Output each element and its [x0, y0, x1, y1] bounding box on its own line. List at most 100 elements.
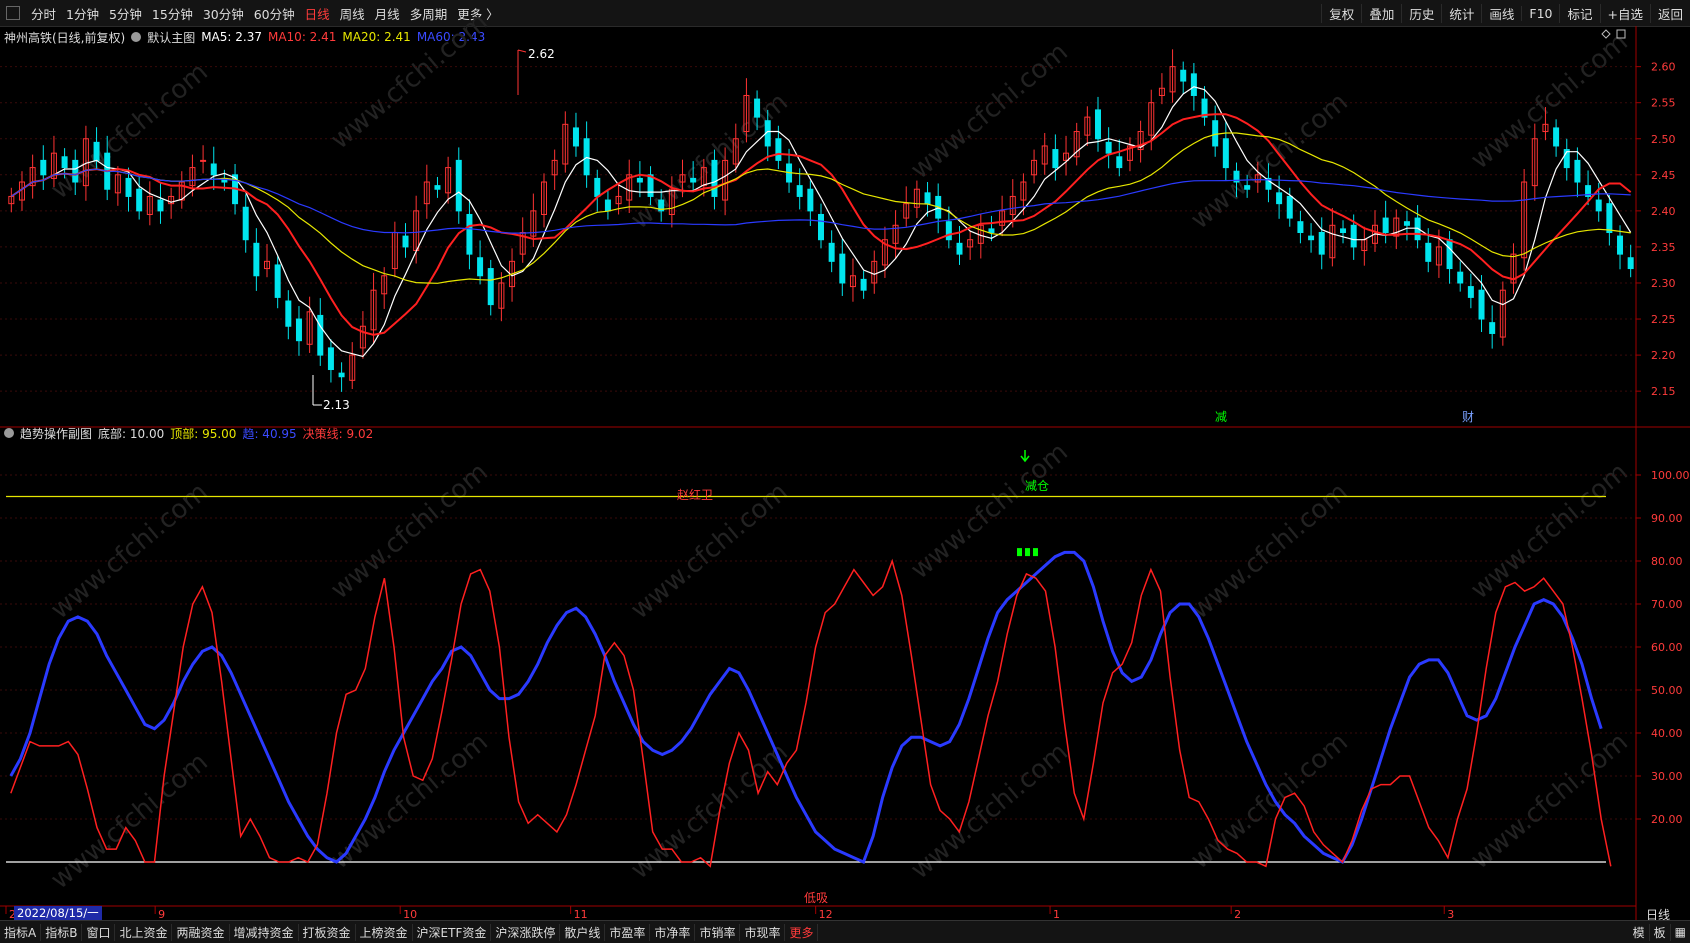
- candle-body: [295, 318, 302, 342]
- indicator-tab-1[interactable]: 指标B: [41, 923, 83, 941]
- candle-body: [945, 221, 952, 241]
- candle-body: [796, 185, 803, 197]
- watermark-text: www.cfchi.com: [1185, 727, 1354, 875]
- indicator-tab-0[interactable]: 指标A: [0, 923, 42, 941]
- candle-body: [455, 159, 462, 212]
- indicator-tab-10[interactable]: 散户线: [560, 923, 606, 941]
- price-axis: 2.60 2.55 2.50 2.45 2.40 2.35 2.30 2.25 2.20 2.15…: [5, 29, 1690, 920]
- time-tick-label: 1: [1053, 908, 1060, 920]
- watermark-text: www.cfchi.com: [1465, 27, 1634, 175]
- chart-canvas[interactable]: www.cfchi.com www.cfchi.com www.cfchi.com w…: [0, 0, 1690, 920]
- reduce-position-label: 减仓: [1025, 479, 1049, 493]
- indicator-tab-3[interactable]: 北上资金: [115, 923, 173, 941]
- candle-body: [274, 264, 281, 298]
- candle-body: [604, 199, 611, 212]
- reduce-signal-label: 减: [1215, 410, 1227, 424]
- price-tick-label: 2.15: [1651, 385, 1676, 398]
- candle-body: [466, 213, 473, 255]
- candle-body: [583, 138, 590, 176]
- candle-body: [434, 185, 441, 190]
- sub-tick-label: 40.00: [1651, 727, 1683, 740]
- time-tick-label: 12: [819, 908, 833, 920]
- indicator-tab-11[interactable]: 市盈率: [605, 923, 651, 941]
- candle-body: [1244, 185, 1251, 190]
- candle-body: [61, 156, 68, 169]
- watermark-text: www.cfchi.com: [905, 37, 1074, 185]
- time-tick-label: 9: [158, 908, 165, 920]
- candle-body: [860, 278, 867, 291]
- candle-body: [285, 300, 292, 327]
- indicator-tab-7[interactable]: 上榜资金: [356, 923, 413, 941]
- indicator-tab-8[interactable]: 沪深ETF资金: [413, 923, 492, 941]
- sub-tick-label: 60.00: [1651, 641, 1683, 654]
- layout-buttons: 模 板 ▦: [1629, 921, 1690, 943]
- candle-body: [136, 188, 143, 212]
- candle-body: [1574, 159, 1581, 183]
- watermark-text: www.cfchi.com: [45, 747, 214, 895]
- indicator-tab-15[interactable]: 更多: [785, 923, 819, 941]
- candle-body: [1425, 242, 1432, 262]
- sub-tick-label: 100.00: [1651, 469, 1690, 482]
- candle-body: [1318, 232, 1325, 255]
- layout-grid-icon[interactable]: ▦: [1671, 925, 1690, 939]
- candle-body: [487, 268, 494, 306]
- candle-body: [594, 177, 601, 197]
- candle-body: [1190, 73, 1197, 96]
- candle-body: [1617, 235, 1624, 255]
- price-tick-label: 2.50: [1651, 133, 1676, 146]
- candle-body: [1350, 224, 1357, 248]
- indicator-tab-12[interactable]: 市净率: [650, 923, 696, 941]
- candle-body: [828, 242, 835, 262]
- candle-body: [818, 213, 824, 241]
- price-tick-label: 2.20: [1651, 349, 1676, 362]
- sub-tick-label: 30.00: [1651, 770, 1683, 783]
- trend-line: [9, 550, 1603, 865]
- sub-tick-label: 90.00: [1651, 512, 1683, 525]
- candle-body: [1222, 138, 1229, 169]
- signal-bar: [1025, 548, 1030, 557]
- time-tick-label: 3: [1447, 908, 1454, 920]
- low-price-label: 2.13: [323, 398, 350, 412]
- watermark-text: www.cfchi.com: [325, 7, 494, 155]
- indicator-tab-5[interactable]: 增减持资金: [230, 923, 299, 941]
- indicator-tab-14[interactable]: 市现率: [740, 923, 786, 941]
- candle-body: [572, 127, 579, 147]
- candle-body: [1446, 239, 1453, 270]
- watermark-text: www.cfchi.com: [1465, 457, 1634, 605]
- template-button[interactable]: 模: [1629, 923, 1650, 941]
- candle-body: [1094, 109, 1101, 140]
- candle-body: [1478, 289, 1485, 320]
- high-price-label: 2.62: [528, 47, 555, 61]
- price-tick-label: 2.30: [1651, 277, 1676, 290]
- candle-body: [327, 347, 334, 371]
- indicator-tab-13[interactable]: 市销率: [695, 923, 741, 941]
- time-tick-label: 10: [403, 908, 417, 920]
- candle-body: [839, 253, 846, 284]
- price-tick-label: 2.60: [1651, 61, 1676, 74]
- candle-body: [924, 192, 931, 205]
- price-tick-label: 2.45: [1651, 169, 1676, 182]
- indicator-tab-6[interactable]: 打板资金: [299, 923, 356, 941]
- board-button[interactable]: 板: [1650, 923, 1671, 941]
- watermark-layer: www.cfchi.com www.cfchi.com www.cfchi.com w…: [45, 7, 1634, 895]
- price-tick-label: 2.55: [1651, 97, 1676, 110]
- candle-body: [477, 257, 484, 277]
- candle-body: [1180, 69, 1187, 82]
- candle-body: [1105, 141, 1112, 154]
- zhao-label: 赵红卫: [677, 487, 713, 502]
- candle-body: [157, 199, 164, 212]
- candle-body: [807, 188, 814, 212]
- price-tick-label: 2.25: [1651, 313, 1676, 326]
- candle-body: [956, 242, 963, 255]
- candle-body: [72, 159, 79, 183]
- candle-body: [1297, 221, 1304, 234]
- indicator-tab-9[interactable]: 沪深涨跌停: [491, 923, 561, 941]
- indicator-tab-2[interactable]: 窗口: [82, 923, 116, 941]
- candle-body: [1489, 322, 1496, 334]
- indicator-tab-4[interactable]: 两融资金: [172, 923, 230, 941]
- candle-body: [1212, 120, 1219, 147]
- candle-body: [40, 159, 47, 176]
- watermark-text: www.cfchi.com: [45, 477, 214, 625]
- sub-tick-label: 70.00: [1651, 598, 1683, 611]
- low-pointer: [312, 375, 322, 406]
